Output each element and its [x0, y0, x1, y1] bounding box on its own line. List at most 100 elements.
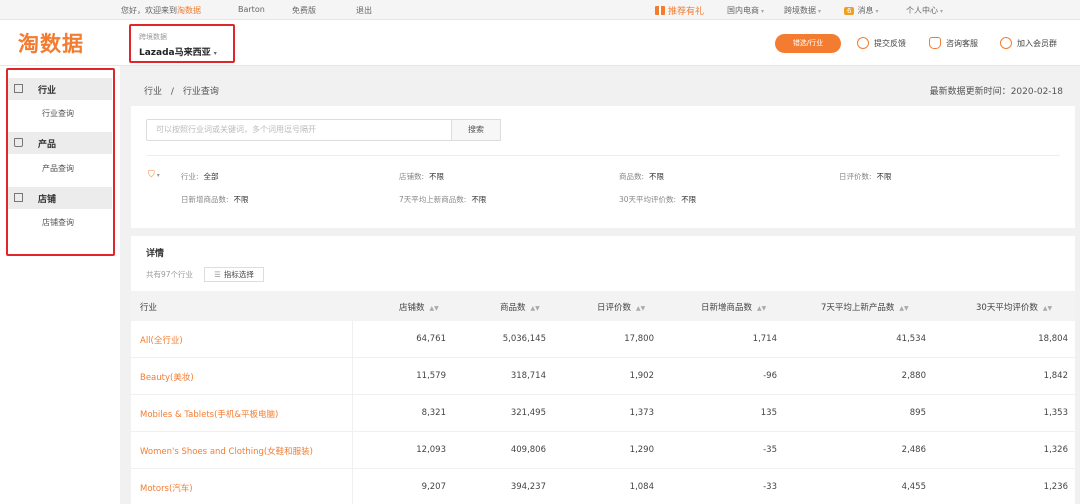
search-button[interactable]: 搜索	[451, 119, 501, 141]
plan-label[interactable]: 免费版	[292, 5, 316, 16]
update-time: 最新数据更新时间：2020-02-18	[930, 84, 1063, 97]
promo-link[interactable]: 推荐有礼	[655, 4, 704, 17]
col-label: 日新增商品数	[701, 303, 753, 313]
sort-icon: ▲▼	[530, 305, 540, 312]
filter-7day-new-products[interactable]: 7天平均上新商品数: 不限	[399, 194, 486, 205]
cell-store-count: 11,579	[416, 371, 446, 381]
cell-store-count: 64,761	[416, 334, 446, 344]
table-row[interactable]: Motors(汽车) 9,207 394,237 1,084 -33 4,455…	[131, 469, 1075, 504]
filter-value: 不限	[649, 172, 665, 181]
sort-icon: ▲▼	[429, 305, 439, 312]
filter-label: 日评价数:	[839, 172, 872, 181]
col-product-count[interactable]: 商品数 ▲▼	[500, 301, 540, 313]
table-row[interactable]: Women's Shoes and Clothing(女鞋和服装) 12,093…	[131, 432, 1075, 469]
cell-7day-new-products: 895	[909, 408, 926, 418]
breadcrumb-current: 行业查询	[182, 87, 219, 97]
filter-value: 不限	[233, 195, 249, 204]
nav-crossborder-label: 跨境数据	[784, 6, 816, 15]
col-label: 30天平均评价数	[976, 303, 1038, 313]
username[interactable]: Barton	[238, 5, 265, 14]
search-input[interactable]: 可以按照行业词或关键词，多个词用逗号隔开	[146, 119, 452, 141]
cell-store-count: 9,207	[421, 482, 446, 492]
industry-name-link[interactable]: Women's Shoes and Clothing(女鞋和服装)	[140, 445, 313, 457]
chevron-down-icon: ▾	[213, 50, 217, 57]
filter-daily-new-products[interactable]: 日新增商品数: 不限	[181, 194, 249, 205]
filter-product-count[interactable]: 商品数: 不限	[619, 171, 664, 182]
filter-label: 30天平均评价数:	[619, 195, 677, 204]
col-label: 店铺数	[399, 303, 425, 313]
cell-7day-new-products: 41,534	[896, 334, 926, 344]
filter-industry[interactable]: 行业: 全部	[181, 171, 219, 182]
cell-store-count: 8,321	[421, 408, 446, 418]
sort-icon: ▲▼	[899, 305, 909, 312]
col-label: 商品数	[500, 303, 526, 313]
account-label: 个人中心	[906, 6, 938, 15]
cell-product-count: 5,036,145	[502, 334, 546, 344]
industry-name-link[interactable]: Motors(汽车)	[140, 482, 193, 494]
cell-30day-reviews: 1,236	[1043, 482, 1068, 492]
breadcrumb-root[interactable]: 行业	[144, 87, 162, 97]
industry-select-button[interactable]: 错选/行业	[775, 34, 841, 53]
market-selector[interactable]: 跨境数据 Lazada马来西亚 ▾	[129, 24, 235, 63]
logo[interactable]: 淘数据	[18, 28, 84, 58]
industry-name-link[interactable]: All(全行业)	[140, 334, 183, 346]
user-group-icon	[1000, 37, 1012, 49]
cell-30day-reviews: 1,842	[1043, 371, 1068, 381]
industry-count: 共有97个行业	[146, 270, 194, 279]
col-store-count[interactable]: 店铺数 ▲▼	[399, 301, 439, 313]
cell-daily-new-products: -33	[763, 482, 777, 492]
col-industry: 行业	[140, 303, 158, 313]
chevron-down-icon: ▾	[761, 8, 765, 15]
cell-daily-new-products: 1,714	[752, 334, 777, 344]
col-label: 日评价数	[597, 303, 632, 313]
filter-panel: 可以按照行业词或关键词，多个词用逗号隔开 搜索 ⛉ ▾ 行业: 全部 店铺数: 不限 …	[131, 106, 1075, 228]
cell-store-count: 12,093	[416, 445, 446, 455]
detail-panel: 详情 共有97个行业 ☰ 指标选择 行业 店铺数 ▲▼ 商品数 ▲▼ 日评价数 ▲▼ 日…	[131, 236, 1075, 504]
cell-7day-new-products: 4,455	[901, 482, 926, 492]
logout-link[interactable]: 退出	[356, 5, 372, 16]
gift-icon	[655, 6, 665, 15]
col-30day-reviews[interactable]: 30天平均评价数 ▲▼	[976, 301, 1052, 313]
messages-link[interactable]: 6 消息 ▾	[844, 5, 878, 16]
join-group-label: 加入会员群	[1017, 39, 1057, 48]
filter-store-count[interactable]: 店铺数: 不限	[399, 171, 444, 182]
list-icon: ☰	[214, 270, 221, 279]
cell-daily-new-products: -35	[763, 445, 777, 455]
account-link[interactable]: 个人中心 ▾	[906, 5, 943, 16]
filter-label: 商品数:	[619, 172, 645, 181]
cell-7day-new-products: 2,880	[901, 371, 926, 381]
table-row[interactable]: Beauty(美妆) 11,579 318,714 1,902 -96 2,88…	[131, 358, 1075, 395]
table-row[interactable]: Mobiles & Tablets(手机&平板电脑) 8,321 321,495…	[131, 395, 1075, 432]
col-7day-new-products[interactable]: 7天平均上新产品数 ▲▼	[821, 301, 909, 313]
filter-daily-reviews[interactable]: 日评价数: 不限	[839, 171, 892, 182]
col-daily-new-products[interactable]: 日新增商品数 ▲▼	[701, 301, 766, 313]
cell-product-count: 321,495	[510, 408, 546, 418]
join-group-link[interactable]: 加入会员群	[1000, 37, 1057, 49]
breadcrumb-separator: /	[170, 87, 174, 97]
cell-7day-new-products: 2,486	[901, 445, 926, 455]
cell-daily-reviews: 1,084	[629, 482, 654, 492]
brand-link[interactable]: 淘数据	[177, 6, 201, 15]
market-value-text: Lazada马来西亚	[139, 48, 211, 58]
cell-daily-new-products: -96	[763, 371, 777, 381]
breadcrumb: 行业 / 行业查询	[144, 84, 219, 97]
cell-daily-reviews: 17,800	[624, 334, 654, 344]
nav-crossborder[interactable]: 跨境数据 ▾	[784, 5, 821, 16]
industry-name-link[interactable]: Mobiles & Tablets(手机&平板电脑)	[140, 408, 278, 420]
support-link[interactable]: 咨询客服	[929, 37, 978, 49]
industry-name-link[interactable]: Beauty(美妆)	[140, 371, 194, 383]
table-header: 行业 店铺数 ▲▼ 商品数 ▲▼ 日评价数 ▲▼ 日新增商品数 ▲▼ 7天平均上新产品数…	[131, 291, 1075, 321]
feedback-link[interactable]: 提交反馈	[857, 37, 906, 49]
filter-value: 不限	[429, 172, 445, 181]
cell-product-count: 394,237	[510, 482, 546, 492]
cell-product-count: 409,806	[510, 445, 546, 455]
messages-label: 消息	[857, 6, 874, 15]
filter-value: 全部	[203, 172, 219, 181]
nav-domestic[interactable]: 国内电商 ▾	[727, 5, 764, 16]
filter-30day-reviews[interactable]: 30天平均评价数: 不限	[619, 194, 696, 205]
metric-select-label: 指标选择	[223, 270, 254, 279]
col-daily-reviews[interactable]: 日评价数 ▲▼	[597, 301, 645, 313]
table-row[interactable]: All(全行业) 64,761 5,036,145 17,800 1,714 4…	[131, 321, 1075, 358]
metric-select-button[interactable]: ☰ 指标选择	[204, 267, 264, 282]
filter-icon[interactable]: ⛉ ▾	[148, 170, 160, 180]
